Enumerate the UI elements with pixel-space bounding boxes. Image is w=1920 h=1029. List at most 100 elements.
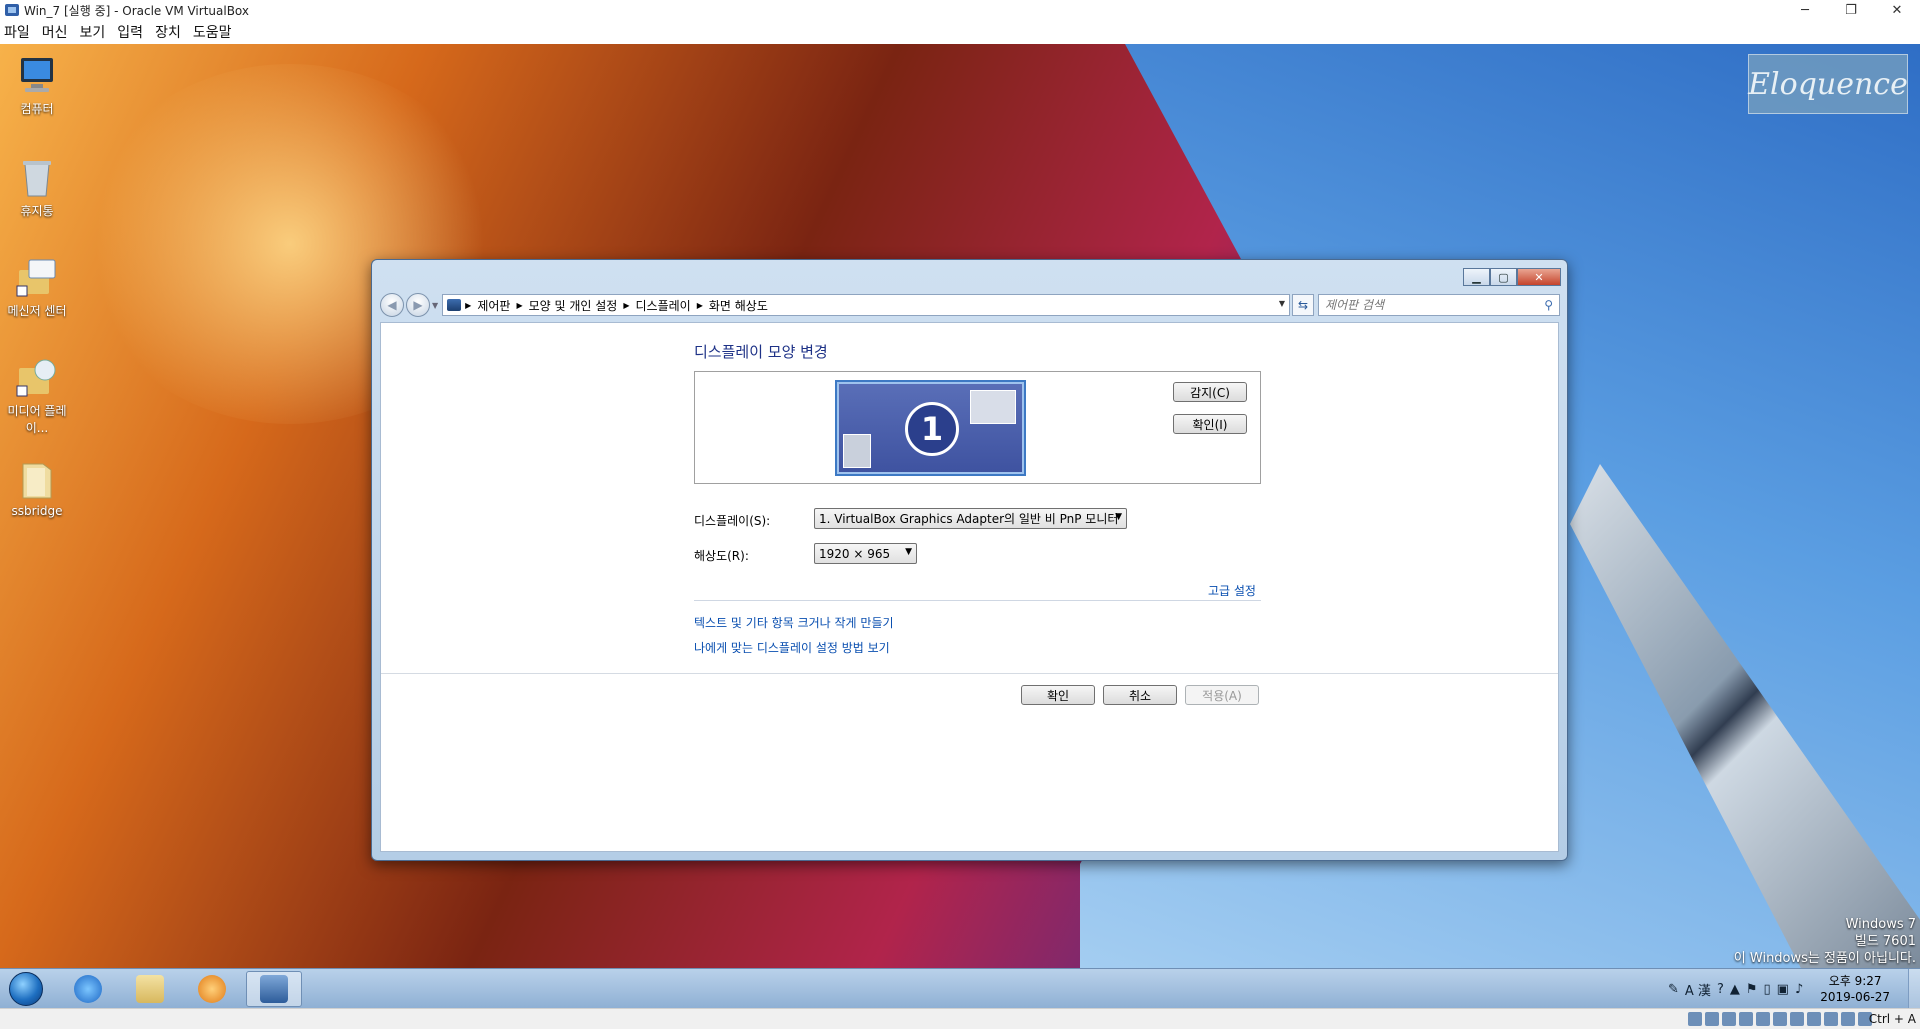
window-thumbnail-icon bbox=[970, 390, 1016, 424]
host-title-bar: Win_7 [실행 중] - Oracle VM VirtualBox ─ ❐ … bbox=[0, 0, 1920, 20]
desktop-icon-label: 메신저 센터 bbox=[7, 304, 67, 318]
detect-button[interactable]: 감지(C) bbox=[1173, 382, 1247, 402]
monitor-1-icon[interactable]: 1 bbox=[835, 380, 1026, 476]
menu-help[interactable]: 도움말 bbox=[193, 22, 232, 42]
network-adapter-icon[interactable] bbox=[1739, 1012, 1753, 1026]
menu-devices[interactable]: 장치 bbox=[155, 22, 181, 42]
menu-view[interactable]: 보기 bbox=[80, 22, 106, 42]
taskbar-control-panel[interactable] bbox=[246, 971, 302, 1007]
media-player-icon bbox=[198, 975, 226, 1003]
host-minimize-button[interactable]: ─ bbox=[1782, 0, 1828, 20]
monitor-number: 1 bbox=[905, 402, 959, 456]
window-minimize-button[interactable]: ▁ bbox=[1463, 268, 1490, 286]
search-icon[interactable]: ⚲ bbox=[1544, 298, 1553, 312]
breadcrumb-display[interactable]: 디스플레이 bbox=[635, 297, 690, 314]
optical-drive-icon[interactable] bbox=[1705, 1012, 1719, 1026]
show-desktop-button[interactable] bbox=[1908, 969, 1920, 1008]
system-tray: ✎ A 漢 ? ▲ ⚑ ▯ ▣ ♪ 오후 9:27 2019-06-27 bbox=[1665, 969, 1920, 1008]
desktop-icon-label: 휴지통 bbox=[20, 204, 54, 218]
display-help-link[interactable]: 나에게 맞는 디스플레이 설정 방법 보기 bbox=[694, 639, 890, 656]
start-button[interactable] bbox=[4, 969, 48, 1008]
desktop-icon-label: 미디어 플레이... bbox=[7, 404, 67, 435]
help-icon[interactable]: ? bbox=[1717, 982, 1724, 997]
apply-button[interactable]: 적용(A) bbox=[1185, 685, 1259, 705]
forward-button[interactable]: ▶ bbox=[406, 293, 430, 317]
refresh-button[interactable]: ⇆ bbox=[1292, 294, 1315, 316]
virtualization-icon[interactable] bbox=[1824, 1012, 1838, 1026]
taskbar-internet-explorer[interactable] bbox=[60, 971, 116, 1007]
network-icon[interactable]: ▣ bbox=[1777, 982, 1789, 997]
desktop-icon-computer[interactable]: 컴퓨터 bbox=[2, 54, 72, 117]
control-panel-icon bbox=[260, 975, 288, 1003]
desktop-icon-label: ssbridge bbox=[11, 504, 63, 518]
show-hidden-icons-icon[interactable]: ▲ bbox=[1730, 982, 1740, 997]
hard-disk-icon[interactable] bbox=[1688, 1012, 1702, 1026]
eloquence-logo: Eloquence bbox=[1748, 54, 1908, 114]
cancel-button[interactable]: 취소 bbox=[1103, 685, 1177, 705]
internet-explorer-icon bbox=[74, 975, 102, 1003]
taskbar-explorer[interactable] bbox=[122, 971, 178, 1007]
text-size-link[interactable]: 텍스트 및 기타 항목 크거나 작게 만들기 bbox=[694, 614, 894, 631]
folder-icon bbox=[15, 458, 59, 502]
desktop-icon-ssbridge[interactable]: ssbridge bbox=[2, 458, 72, 518]
advanced-settings-link[interactable]: 고급 설정 bbox=[1208, 582, 1256, 599]
guest-desktop: 컴퓨터 휴지통 메신저 센터 미디어 플레이... ssbridge Eloqu… bbox=[0, 44, 1920, 1008]
recording-icon[interactable] bbox=[1807, 1012, 1821, 1026]
computer-icon bbox=[15, 54, 59, 98]
refresh-icon: ⇆ bbox=[1298, 298, 1309, 312]
breadcrumb-arrow-icon[interactable]: ▶ bbox=[465, 301, 471, 310]
desktop-icon-recycle-bin[interactable]: 휴지통 bbox=[2, 156, 72, 219]
desktop-icon-messenger-center[interactable]: 메신저 센터 bbox=[2, 256, 72, 319]
mouse-integration-icon[interactable] bbox=[1841, 1012, 1855, 1026]
address-bar[interactable]: ▶ 제어판 ▶ 모양 및 개인 설정 ▶ 디스플레이 ▶ 화면 해상도 ▼ bbox=[442, 294, 1291, 316]
language-bar-icon[interactable]: ✎ bbox=[1668, 982, 1679, 997]
shared-folders-icon[interactable] bbox=[1773, 1012, 1787, 1026]
display-icon[interactable] bbox=[1790, 1012, 1804, 1026]
host-menu-bar: 파일 머신 보기 입력 장치 도움말 bbox=[0, 20, 1920, 44]
identify-button[interactable]: 확인(I) bbox=[1173, 414, 1247, 434]
breadcrumb-arrow-icon[interactable]: ▶ bbox=[697, 301, 703, 310]
back-button[interactable]: ◀ bbox=[380, 293, 404, 317]
clock-date: 2019-06-27 bbox=[1820, 990, 1890, 1004]
resolution-label: 해상도(R): bbox=[694, 549, 749, 563]
version-line: 빌드 7601 bbox=[1854, 934, 1916, 949]
search-input[interactable] bbox=[1325, 298, 1536, 312]
breadcrumb-appearance[interactable]: 모양 및 개인 설정 bbox=[529, 297, 618, 314]
menu-file[interactable]: 파일 bbox=[4, 22, 30, 42]
windows-version-watermark: Windows 7 빌드 7601 이 Windows는 정품이 아닙니다. bbox=[1734, 916, 1916, 967]
menu-machine[interactable]: 머신 bbox=[42, 22, 68, 42]
search-box: ⚲ bbox=[1318, 294, 1561, 316]
usb-icon[interactable] bbox=[1756, 1012, 1770, 1026]
desktop-icon-media-player[interactable]: 미디어 플레이... bbox=[2, 356, 72, 436]
navigation-bar: ◀ ▶ ▼ ▶ 제어판 ▶ 모양 및 개인 설정 ▶ 디스플레이 ▶ 화면 해상… bbox=[380, 293, 1561, 317]
window-maximize-button[interactable]: ▢ bbox=[1490, 268, 1517, 286]
host-restore-button[interactable]: ❐ bbox=[1828, 0, 1874, 20]
resolution-select[interactable]: 1920 × 965 ▼ bbox=[814, 543, 917, 564]
window-thumbnail-icon bbox=[843, 434, 871, 468]
resolution-select-value: 1920 × 965 bbox=[819, 546, 891, 561]
audio-icon[interactable] bbox=[1722, 1012, 1736, 1026]
volume-icon[interactable]: ♪ bbox=[1795, 982, 1803, 997]
host-close-button[interactable]: ✕ bbox=[1874, 0, 1920, 20]
power-icon[interactable]: ▯ bbox=[1764, 982, 1771, 997]
virtualbox-icon bbox=[5, 4, 19, 16]
desktop-icon-label: 컴퓨터 bbox=[20, 102, 54, 116]
breadcrumb-arrow-icon[interactable]: ▶ bbox=[516, 301, 522, 310]
recent-pages-dropdown[interactable]: ▼ bbox=[432, 301, 438, 310]
window-close-button[interactable]: ✕ bbox=[1517, 268, 1561, 286]
menu-input[interactable]: 입력 bbox=[117, 22, 143, 42]
display-select[interactable]: 1. VirtualBox Graphics Adapter의 일반 비 PnP… bbox=[814, 508, 1127, 529]
breadcrumb-control-panel[interactable]: 제어판 bbox=[477, 297, 510, 314]
action-center-icon[interactable]: ⚑ bbox=[1746, 982, 1758, 997]
clock[interactable]: 오후 9:27 2019-06-27 bbox=[1820, 973, 1890, 1005]
taskbar-media-player[interactable] bbox=[184, 971, 240, 1007]
breadcrumb-arrow-icon[interactable]: ▶ bbox=[623, 301, 629, 310]
ime-indicator[interactable]: A 漢 bbox=[1685, 980, 1711, 999]
recycle-bin-icon bbox=[15, 156, 59, 200]
chevron-down-icon: ▼ bbox=[1115, 512, 1122, 522]
divider bbox=[694, 600, 1261, 601]
monitor-preview-box: 1 감지(C) 확인(I) bbox=[694, 371, 1261, 484]
breadcrumb-screen-resolution[interactable]: 화면 해상도 bbox=[709, 297, 768, 314]
address-dropdown-icon[interactable]: ▼ bbox=[1279, 299, 1285, 308]
ok-button[interactable]: 확인 bbox=[1021, 685, 1095, 705]
